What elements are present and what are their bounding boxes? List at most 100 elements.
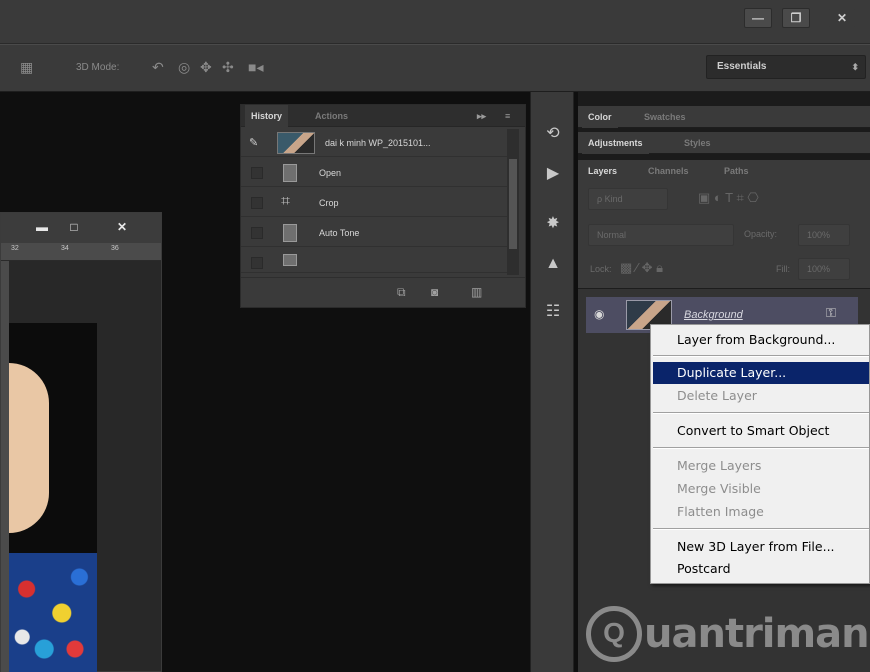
history-panel: History Actions ▸▸ ≡ ✎ dai k minh WP_201… bbox=[240, 104, 526, 308]
panel-menu-icon[interactable]: ≡ bbox=[499, 105, 516, 127]
canvas-photo[interactable] bbox=[9, 323, 97, 672]
layers-panel: Layers Channels Paths ρ Kind ▣ ◐ T ⌗ ⎔ N… bbox=[578, 160, 870, 289]
tab-paths[interactable]: Paths bbox=[718, 160, 755, 182]
history-step-label: Auto Tone bbox=[319, 228, 360, 238]
options-bar: ▦ 3D Mode: ↶ ◎ ✥ ✣ ■◂ Essentials ⬍ bbox=[0, 44, 870, 92]
clone-source-icon[interactable]: ▲ bbox=[541, 252, 565, 276]
menu-item-postcard[interactable]: Postcard bbox=[653, 558, 869, 580]
tab-channels[interactable]: Channels bbox=[642, 160, 695, 182]
menu-item-delete-layer[interactable]: Delete Layer bbox=[653, 385, 869, 407]
layer-name: Background bbox=[684, 309, 743, 321]
new-document-from-state-icon[interactable]: ⧉ bbox=[397, 285, 406, 300]
ruler-tick: 32 bbox=[11, 245, 19, 252]
doc-minimize-button[interactable]: ▬ bbox=[29, 219, 55, 237]
ruler-tick: 34 bbox=[61, 245, 69, 252]
menu-item-convert-smart-object[interactable]: Convert to Smart Object bbox=[653, 420, 869, 442]
scrollbar-thumb[interactable] bbox=[509, 159, 517, 249]
blend-mode-select[interactable]: Normal bbox=[588, 224, 734, 246]
history-source-checkbox[interactable] bbox=[251, 167, 263, 179]
lock-icon[interactable]: ⚿ bbox=[826, 305, 836, 321]
close-window-button[interactable]: ✕ bbox=[828, 8, 856, 28]
tab-swatches[interactable]: Swatches bbox=[638, 106, 692, 128]
opacity-value: 100% bbox=[807, 230, 831, 240]
layer-context-menu: Layer from Background... Duplicate Layer… bbox=[650, 324, 870, 584]
history-source-checkbox[interactable] bbox=[251, 197, 263, 209]
tab-adjustments[interactable]: Adjustments bbox=[582, 132, 649, 154]
tab-color[interactable]: Color bbox=[582, 106, 618, 128]
history-step[interactable]: ⌗ Crop bbox=[241, 189, 507, 217]
history-snapshot[interactable]: ✎ dai k minh WP_2015101... bbox=[241, 129, 507, 157]
app-title-bar: — ❐ ✕ bbox=[0, 0, 870, 44]
3d-roll-icon[interactable]: ◎ bbox=[178, 59, 190, 76]
tab-styles[interactable]: Styles bbox=[678, 132, 717, 154]
doc-maximize-button[interactable]: □ bbox=[61, 219, 87, 237]
workspace-switcher[interactable]: Essentials ⬍ bbox=[706, 55, 866, 79]
history-step[interactable]: Open bbox=[241, 159, 507, 187]
history-brush-source-icon[interactable]: ✎ bbox=[249, 136, 258, 149]
lock-icons[interactable]: ▩ ⁄ ✥ 🔒︎ bbox=[620, 260, 663, 276]
watermark-logo-icon: Q bbox=[586, 606, 642, 662]
menu-item-duplicate-layer[interactable]: Duplicate Layer... bbox=[653, 362, 869, 384]
workspace-label: Essentials bbox=[717, 61, 767, 72]
properties-icon[interactable]: ☷ bbox=[541, 300, 565, 324]
document-icon bbox=[283, 164, 297, 182]
menu-item-flatten-image[interactable]: Flatten Image bbox=[653, 501, 869, 523]
3d-mode-label: 3D Mode: bbox=[76, 62, 120, 73]
menu-item-layer-from-background[interactable]: Layer from Background... bbox=[653, 329, 869, 351]
ruler-tick: 36 bbox=[111, 245, 119, 252]
lock-label: Lock: bbox=[590, 264, 612, 274]
watermark-text: uantrimang bbox=[644, 611, 870, 657]
actions-play-icon[interactable]: ▶ bbox=[541, 162, 565, 186]
history-step[interactable]: Auto Tone bbox=[241, 219, 507, 247]
trash-icon[interactable]: ▥ bbox=[471, 285, 482, 299]
history-source-checkbox[interactable] bbox=[251, 257, 263, 269]
3d-drag-icon[interactable]: ✥ bbox=[200, 59, 212, 76]
history-footer: ⧉ ◙ ▥ bbox=[241, 277, 525, 307]
menu-item-new-3d-layer[interactable]: New 3D Layer from File... bbox=[653, 536, 869, 558]
color-panel: Color Swatches bbox=[578, 106, 870, 128]
document-icon bbox=[283, 254, 297, 266]
blend-mode-label: Normal bbox=[597, 230, 627, 240]
opacity-field[interactable]: 100% bbox=[798, 224, 850, 246]
layer-filter-kind[interactable]: ρ Kind bbox=[588, 188, 668, 210]
history-step[interactable] bbox=[241, 249, 507, 273]
history-step-label: Crop bbox=[319, 198, 339, 208]
3d-slide-icon[interactable]: ✣ bbox=[222, 59, 234, 76]
fill-value: 100% bbox=[807, 264, 831, 274]
history-panel-tabs: History Actions ▸▸ ≡ bbox=[241, 105, 525, 127]
brush-settings-icon[interactable]: ✸ bbox=[541, 212, 565, 236]
3d-scale-icon[interactable]: ■◂ bbox=[248, 59, 263, 76]
camera-icon[interactable]: ◙ bbox=[431, 285, 438, 299]
chevron-up-down-icon: ⬍ bbox=[851, 62, 859, 72]
tab-actions[interactable]: Actions bbox=[309, 105, 354, 127]
photo-face-region bbox=[9, 363, 49, 533]
doc-close-button[interactable]: ✕ bbox=[109, 219, 135, 237]
fill-field[interactable]: 100% bbox=[798, 258, 850, 280]
document-icon bbox=[283, 224, 297, 242]
menu-separator bbox=[653, 412, 869, 414]
document-title-bar[interactable]: ▬ □ ✕ bbox=[1, 213, 161, 243]
align-distribute-icon[interactable]: ▦ bbox=[20, 59, 33, 76]
vertical-ruler[interactable] bbox=[1, 261, 9, 672]
photo-floral-shirt bbox=[9, 553, 97, 672]
filter-icons[interactable]: ▣ ◐ T ⌗ ⎔ bbox=[698, 190, 759, 206]
minimize-window-button[interactable]: — bbox=[744, 8, 772, 28]
menu-item-merge-visible[interactable]: Merge Visible bbox=[653, 478, 869, 500]
3d-orbit-icon[interactable]: ↶ bbox=[152, 59, 164, 76]
filter-kind-label: ρ Kind bbox=[597, 194, 623, 204]
tab-layers[interactable]: Layers bbox=[582, 160, 624, 182]
history-scrollbar[interactable] bbox=[507, 129, 519, 275]
tab-history[interactable]: History bbox=[245, 105, 289, 127]
snapshot-thumbnail bbox=[277, 132, 315, 154]
history-panel-icon[interactable]: ⟲ bbox=[541, 122, 565, 146]
menu-separator bbox=[653, 355, 869, 357]
menu-item-merge-layers[interactable]: Merge Layers bbox=[653, 455, 869, 477]
visibility-eye-icon[interactable]: ◉ bbox=[594, 307, 604, 321]
opacity-label: Opacity: bbox=[744, 229, 778, 239]
history-source-checkbox[interactable] bbox=[251, 227, 263, 239]
menu-separator bbox=[653, 447, 869, 449]
restore-window-button[interactable]: ❐ bbox=[782, 8, 810, 28]
horizontal-ruler[interactable]: 32 34 36 bbox=[1, 243, 161, 261]
collapse-panel-icon[interactable]: ▸▸ bbox=[471, 105, 492, 127]
menu-separator bbox=[653, 528, 869, 530]
